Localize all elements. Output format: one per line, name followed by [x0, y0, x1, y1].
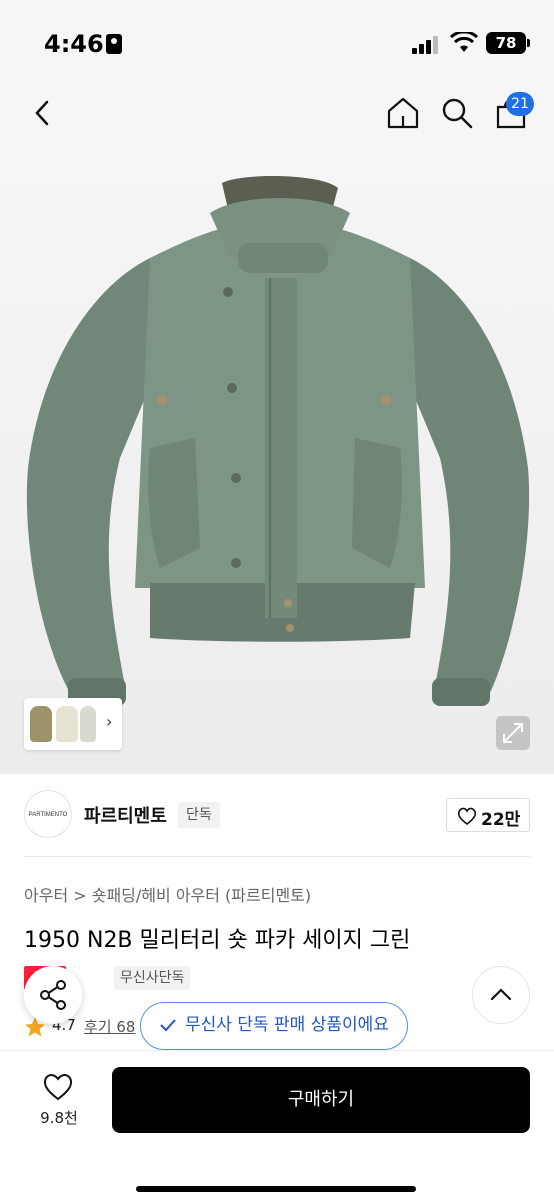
share-icon	[40, 980, 66, 1010]
wishlist-button[interactable]: 9.8천	[24, 1067, 94, 1137]
wishlist-count: 9.8천	[40, 1109, 78, 1127]
check-icon	[160, 1019, 176, 1032]
scroll-top-button[interactable]	[472, 966, 530, 1024]
toast-text: 무신사 단독 판매 상품이에요	[185, 1015, 389, 1035]
exclusive-toast: 무신사 단독 판매 상품이에요	[140, 1002, 408, 1050]
review-link[interactable]: 후기 68	[84, 1016, 135, 1037]
brand-row: PARTIMENTO 파르티멘토 단독 22만	[0, 774, 554, 856]
jacket-illustration	[26, 176, 530, 706]
chevron-up-icon	[490, 988, 512, 1001]
expand-icon[interactable]	[496, 716, 530, 750]
status-bar: 4:46 78	[0, 0, 554, 88]
brand-like-button[interactable]: 22만	[446, 798, 530, 832]
signal-icon	[412, 34, 442, 54]
battery-indicator: 78	[486, 32, 530, 54]
brand-name[interactable]: 파르티멘토	[84, 802, 167, 828]
home-icon[interactable]	[386, 96, 420, 130]
share-button[interactable]	[24, 966, 82, 1024]
heart-outline-icon	[43, 1074, 73, 1101]
thumbnail-cream[interactable]	[56, 706, 78, 742]
heart-outline-icon	[457, 807, 477, 825]
chevron-right-icon: ›	[106, 712, 113, 731]
cart-count-badge: 21	[506, 92, 534, 116]
nav-bar	[0, 88, 554, 138]
divider	[24, 856, 530, 857]
search-icon[interactable]	[440, 96, 474, 130]
back-arrow-icon[interactable]	[30, 98, 56, 128]
brand-like-count: 22만	[481, 810, 521, 830]
thumbnail-olive[interactable]	[30, 706, 52, 742]
brand-exclusive-tag: 단독	[178, 802, 220, 828]
product-image[interactable]	[0, 138, 554, 774]
buy-button[interactable]: 구매하기	[112, 1067, 530, 1133]
exclusive-tag: 무신사단독	[114, 966, 191, 990]
thumbnail-strip[interactable]: ›	[24, 698, 122, 750]
brand-logo[interactable]: PARTIMENTO	[24, 790, 72, 838]
bottom-bar: 9.8천 구매하기	[0, 1050, 554, 1200]
status-time: 4:46	[44, 30, 104, 58]
product-title: 1950 N2B 밀리터리 숏 파카 세이지 그린	[24, 928, 411, 953]
id-card-icon	[106, 34, 122, 54]
breadcrumb[interactable]: 아우터 > 숏패딩/헤비 아우터 (파르티멘토)	[24, 882, 311, 906]
home-indicator	[136, 1186, 416, 1192]
thumbnail-white[interactable]	[80, 706, 96, 742]
wifi-icon	[450, 32, 478, 52]
